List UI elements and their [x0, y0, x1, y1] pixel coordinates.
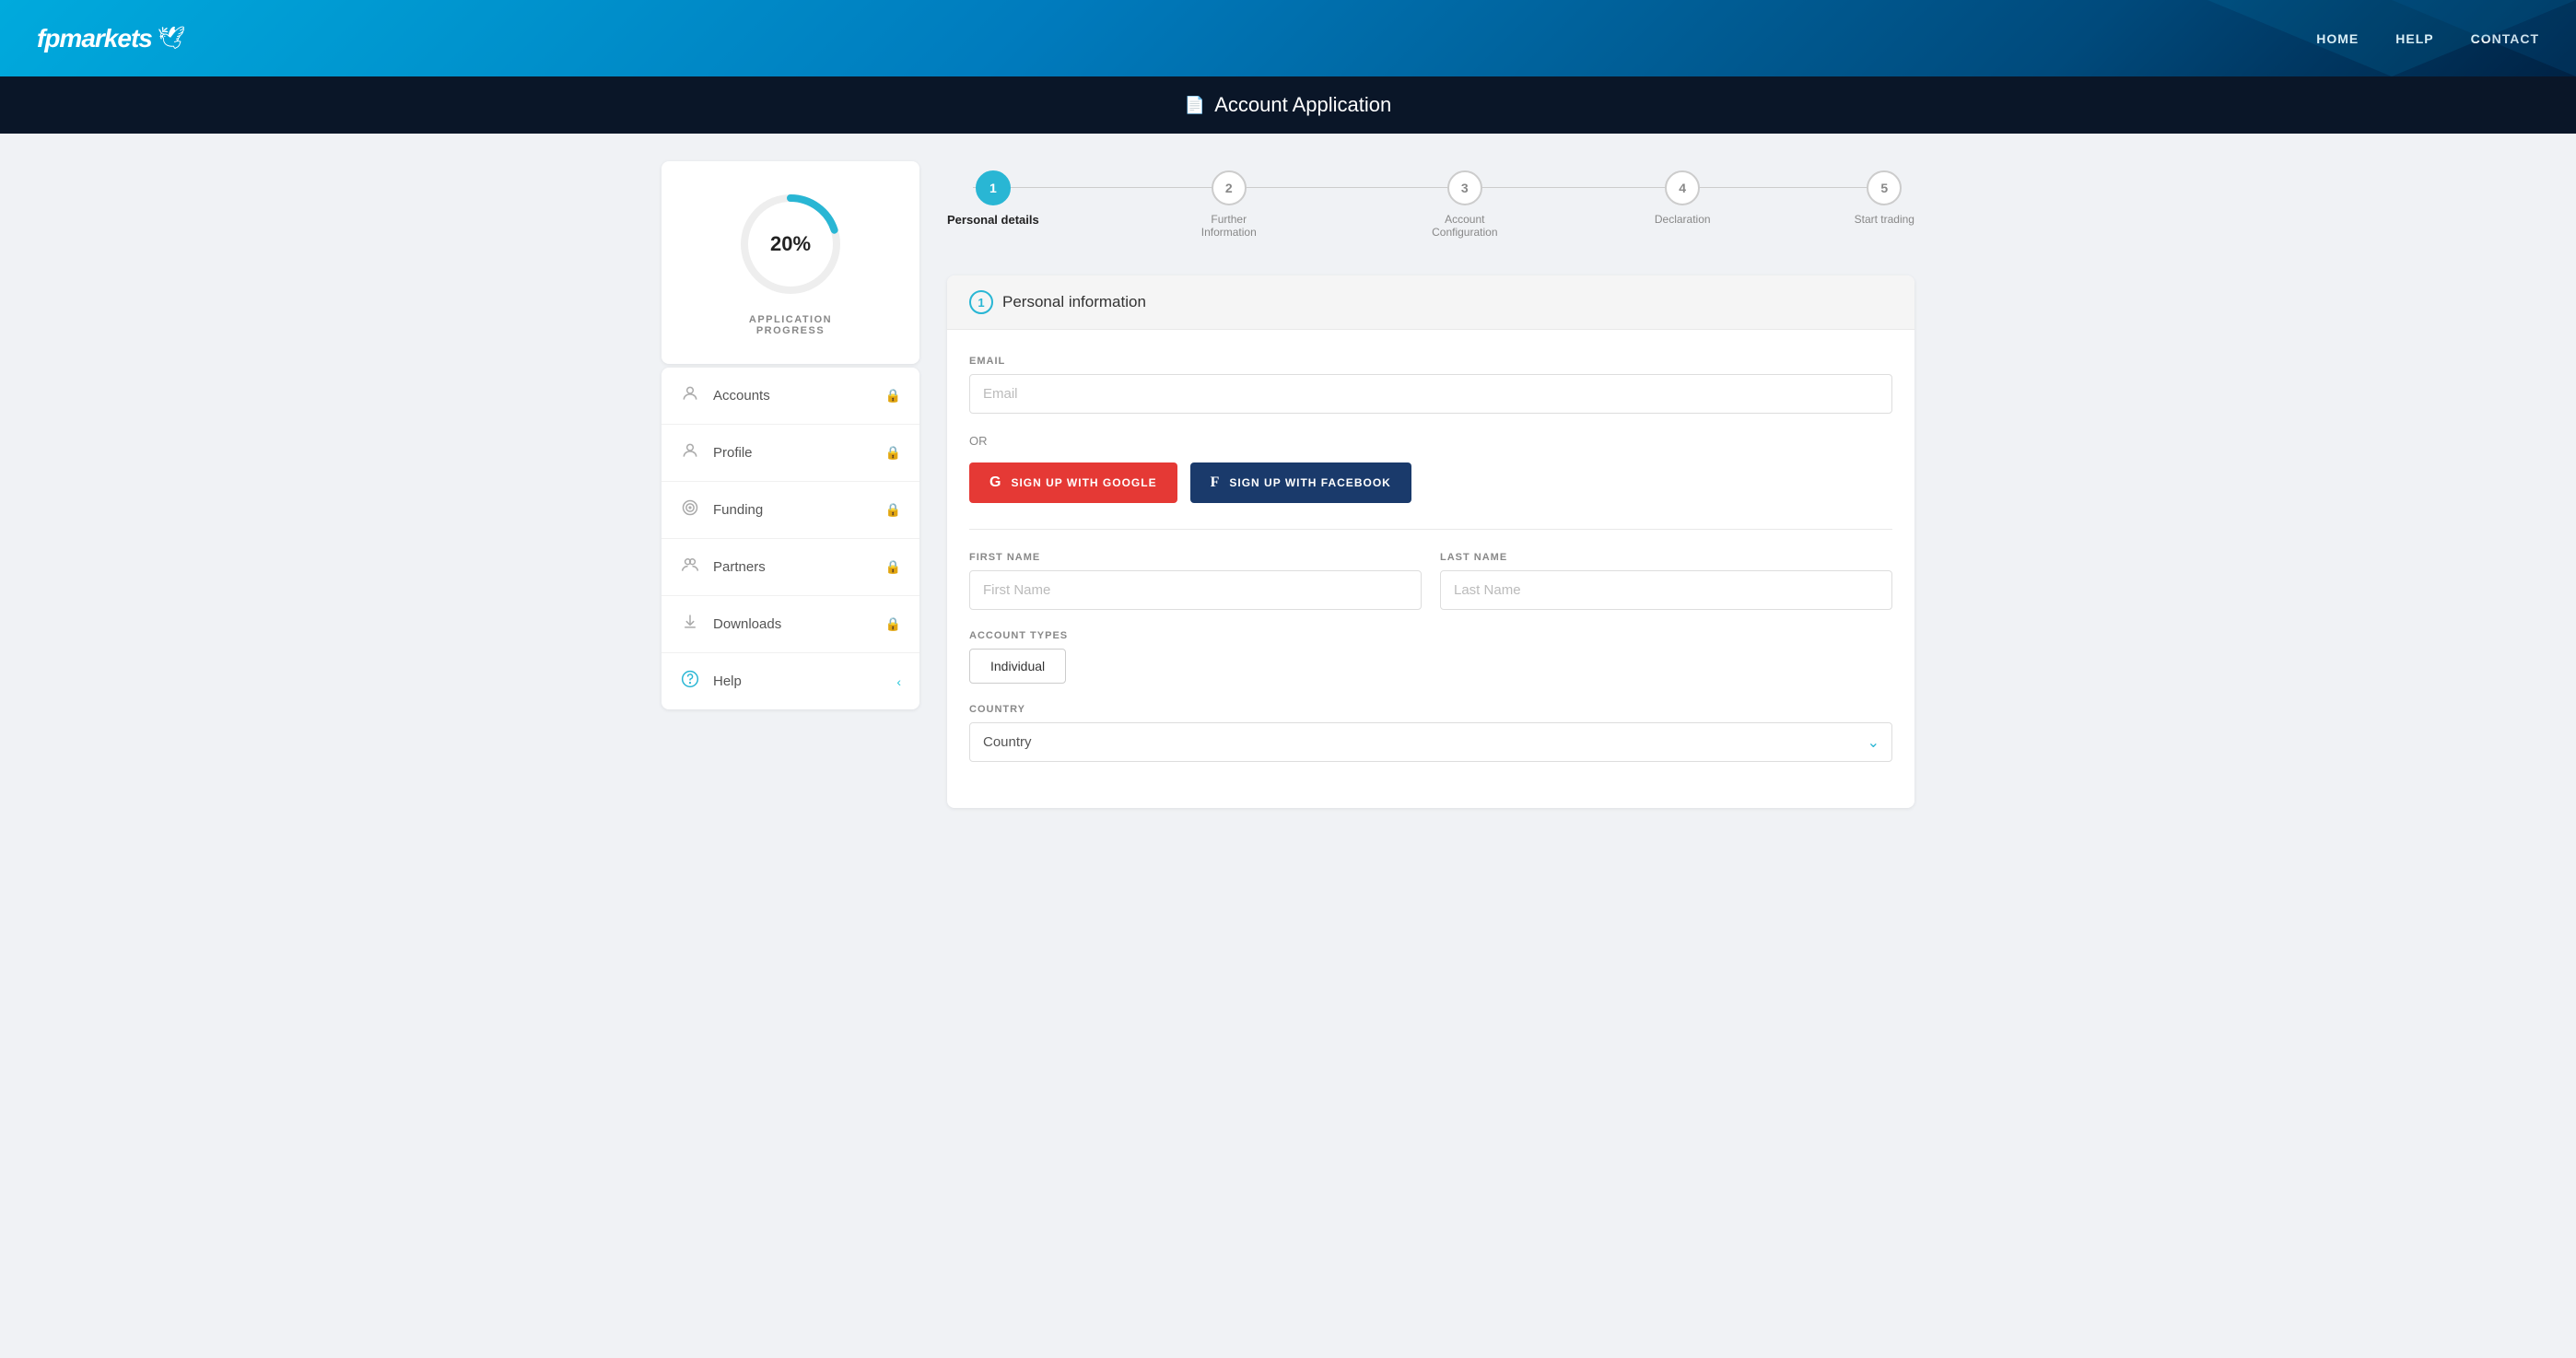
or-text: OR: [969, 434, 988, 448]
profile-label: Profile: [713, 445, 753, 461]
email-input[interactable]: [969, 374, 1892, 414]
sidebar-nav: Accounts 🔒 Profile 🔒: [662, 368, 919, 709]
sidebar-item-help[interactable]: Help ‹: [662, 653, 919, 709]
sidebar-item-accounts[interactable]: Accounts 🔒: [662, 368, 919, 425]
step-3-label: Account Configuration: [1419, 213, 1511, 239]
social-buttons: G SIGN UP WITH GOOGLE f SIGN UP WITH FAC…: [969, 462, 1892, 503]
account-types-group: ACCOUNT TYPES Individual: [969, 630, 1892, 684]
step-3-circle: 3: [1447, 170, 1482, 205]
sidebar: 20% APPLICATION PROGRESS Accounts 🔒: [662, 161, 919, 808]
step-5: 5 Start trading: [1855, 170, 1914, 226]
account-type-individual-button[interactable]: Individual: [969, 649, 1066, 684]
main-content: 1 Personal details 2 Further Information…: [947, 161, 1914, 808]
logo: fpmarkets 🕊: [37, 24, 185, 53]
profile-icon: [680, 441, 700, 464]
step-1-circle: 1: [976, 170, 1011, 205]
progress-card: 20% APPLICATION PROGRESS: [662, 161, 919, 364]
step-1: 1 Personal details: [947, 170, 1039, 227]
partners-icon: [680, 556, 700, 579]
step-2-label: Further Information: [1183, 213, 1275, 239]
downloads-lock-icon: 🔒: [885, 616, 901, 632]
nav-help[interactable]: HELP: [2395, 31, 2433, 46]
steps-bar: 1 Personal details 2 Further Information…: [947, 161, 1914, 248]
last-name-label: LAST NAME: [1440, 552, 1892, 563]
document-icon: 📄: [1185, 96, 1205, 115]
funding-label: Funding: [713, 502, 763, 518]
downloads-label: Downloads: [713, 616, 781, 632]
nav-contact[interactable]: CONTACT: [2471, 31, 2539, 46]
form-body: EMAIL OR G SIGN UP WITH GOOGLE f SIGN UP…: [947, 330, 1914, 808]
google-signup-button[interactable]: G SIGN UP WITH GOOGLE: [969, 462, 1177, 503]
country-select[interactable]: Country Australia United States United K…: [969, 722, 1892, 762]
section-title: Personal information: [1002, 293, 1146, 311]
main-layout: 20% APPLICATION PROGRESS Accounts 🔒: [643, 161, 1933, 808]
personal-info-section: 1 Personal information EMAIL OR G SIG: [947, 275, 1914, 808]
nav-home[interactable]: HOME: [2316, 31, 2359, 46]
country-group: COUNTRY Country Australia United States …: [969, 704, 1892, 762]
sidebar-item-partners[interactable]: Partners 🔒: [662, 539, 919, 596]
funding-lock-icon: 🔒: [885, 502, 901, 518]
logo-bird-icon: 🕊: [158, 25, 185, 52]
help-icon: [680, 670, 700, 693]
first-name-input[interactable]: [969, 570, 1422, 610]
page-title: Account Application: [1214, 93, 1391, 117]
sidebar-item-downloads[interactable]: Downloads 🔒: [662, 596, 919, 653]
sidebar-item-funding[interactable]: Funding 🔒: [662, 482, 919, 539]
last-name-group: LAST NAME: [1440, 552, 1892, 610]
funding-icon: [680, 498, 700, 521]
country-select-wrapper: Country Australia United States United K…: [969, 722, 1892, 762]
email-group: EMAIL: [969, 356, 1892, 414]
step-2-circle: 2: [1212, 170, 1247, 205]
accounts-lock-icon: 🔒: [885, 388, 901, 404]
section-divider: [969, 529, 1892, 530]
help-label: Help: [713, 673, 742, 689]
or-divider: OR: [969, 434, 1892, 448]
country-label: COUNTRY: [969, 704, 1892, 715]
page-title-bar: 📄 Account Application: [0, 76, 2576, 134]
step-4-label: Declaration: [1655, 213, 1711, 226]
first-name-label: FIRST NAME: [969, 552, 1422, 563]
partners-lock-icon: 🔒: [885, 559, 901, 575]
partners-label: Partners: [713, 559, 766, 575]
help-chevron-icon: ‹: [896, 674, 901, 689]
section-number: 1: [969, 290, 993, 314]
first-name-group: FIRST NAME: [969, 552, 1422, 610]
step-3: 3 Account Configuration: [1419, 170, 1511, 239]
step-2: 2 Further Information: [1183, 170, 1275, 239]
step-5-circle: 5: [1867, 170, 1902, 205]
downloads-icon: [680, 613, 700, 636]
email-label: EMAIL: [969, 356, 1892, 367]
facebook-icon: f: [1211, 474, 1221, 491]
step-5-label: Start trading: [1855, 213, 1914, 226]
name-row: FIRST NAME LAST NAME: [969, 552, 1892, 630]
facebook-signup-button[interactable]: f SIGN UP WITH FACEBOOK: [1190, 462, 1411, 503]
step-4: 4 Declaration: [1655, 170, 1711, 226]
logo-text: fpmarkets: [37, 24, 152, 53]
page-header: fpmarkets 🕊 HOME HELP CONTACT: [0, 0, 2576, 76]
progress-label: APPLICATION PROGRESS: [680, 314, 901, 336]
section-header: 1 Personal information: [947, 275, 1914, 330]
header-nav: HOME HELP CONTACT: [2316, 31, 2539, 46]
step-1-label: Personal details: [947, 213, 1039, 227]
accounts-icon: [680, 384, 700, 407]
accounts-label: Accounts: [713, 388, 770, 404]
last-name-input[interactable]: [1440, 570, 1892, 610]
progress-percent: 20%: [770, 232, 811, 256]
sidebar-item-profile[interactable]: Profile 🔒: [662, 425, 919, 482]
step-4-circle: 4: [1665, 170, 1700, 205]
profile-lock-icon: 🔒: [885, 445, 901, 461]
progress-ring: 20%: [735, 189, 846, 299]
google-icon: G: [989, 474, 1001, 491]
account-types-label: ACCOUNT TYPES: [969, 630, 1892, 641]
